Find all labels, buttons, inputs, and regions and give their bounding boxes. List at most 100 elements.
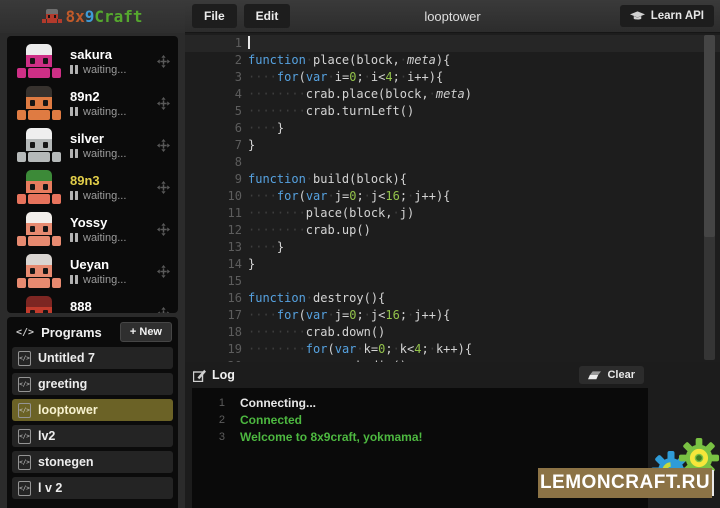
code-line[interactable]: 1 — [185, 35, 720, 52]
logo-text: 8x9Craft — [65, 7, 142, 26]
file-menu-button[interactable]: File — [192, 4, 237, 28]
player-name: 89n3 — [70, 173, 126, 188]
code-text: ········crab.down() — [248, 324, 385, 341]
move-icon[interactable] — [157, 55, 170, 68]
code-line[interactable]: 20············crab.dig() — [185, 358, 720, 362]
crab-avatar-icon — [17, 44, 61, 78]
player-row[interactable]: silver waiting... — [7, 124, 178, 166]
line-number: 1 — [185, 35, 242, 52]
line-number: 17 — [185, 307, 242, 324]
script-file-icon: </> — [18, 455, 31, 470]
player-row[interactable]: 888 waiting... — [7, 292, 178, 313]
log-message: Welcome to 8x9craft, yokmama! — [240, 429, 423, 446]
line-number: 8 — [185, 154, 242, 171]
player-status-text: waiting... — [83, 232, 126, 244]
log-title: Log — [212, 368, 235, 382]
log-line: 1Connecting... — [192, 395, 648, 412]
script-file-icon: </> — [18, 481, 31, 496]
move-icon[interactable] — [157, 223, 170, 236]
code-text: function·destroy(){ — [248, 290, 385, 307]
player-row[interactable]: 89n2 waiting... — [7, 82, 178, 124]
program-label: stonegen — [38, 455, 94, 469]
program-item[interactable]: </> greeting — [12, 373, 173, 395]
code-line[interactable]: 4········crab.place(block,·meta) — [185, 86, 720, 103]
code-line[interactable]: 5········crab.turnLeft() — [185, 103, 720, 120]
player-row[interactable]: sakura waiting... — [7, 40, 178, 82]
code-line[interactable]: 7} — [185, 137, 720, 154]
line-number: 19 — [185, 341, 242, 358]
logo: 8x9Craft — [0, 0, 185, 33]
move-icon[interactable] — [157, 139, 170, 152]
player-row[interactable]: Ueyan waiting... — [7, 250, 178, 292]
player-row[interactable]: 89n3 waiting... — [7, 166, 178, 208]
main-area: File Edit looptower Learn API 12function… — [185, 0, 720, 508]
program-item[interactable]: </> Untitled 7 — [12, 347, 173, 369]
editor-scrollbar[interactable] — [704, 35, 715, 360]
code-line[interactable]: 13····} — [185, 239, 720, 256]
program-item[interactable]: </> looptower — [12, 399, 173, 421]
edit-menu-button[interactable]: Edit — [244, 4, 291, 28]
pause-icon — [70, 191, 78, 200]
programs-title: Programs — [41, 325, 102, 340]
eraser-icon — [588, 371, 601, 380]
move-icon[interactable] — [157, 307, 170, 314]
crab-avatar-icon — [17, 86, 61, 120]
line-number: 2 — [185, 52, 242, 69]
player-name: 888 — [70, 299, 126, 314]
line-number: 11 — [185, 205, 242, 222]
player-status-text: waiting... — [83, 64, 126, 76]
code-line[interactable]: 16 function·destroy(){ — [185, 290, 720, 307]
move-icon[interactable] — [157, 181, 170, 194]
line-number: 12 — [185, 222, 242, 239]
code-line[interactable]: 14} — [185, 256, 720, 273]
code-line[interactable]: 12········crab.up() — [185, 222, 720, 239]
log-line-number: 1 — [192, 395, 225, 412]
clear-log-button[interactable]: Clear — [579, 366, 644, 384]
code-editor[interactable]: 12function·place(block,·meta){3····for(v… — [185, 33, 720, 362]
player-row[interactable]: Yossy waiting... — [7, 208, 178, 250]
code-text: ····} — [248, 120, 284, 137]
crab-logo-icon — [42, 9, 62, 24]
line-number: 10 — [185, 188, 242, 205]
learn-api-button[interactable]: Learn API — [620, 5, 714, 27]
code-line[interactable]: 10····for(var·j=0;·j<16;·j++){ — [185, 188, 720, 205]
line-number: 16 — [185, 290, 242, 307]
program-item[interactable]: </> l v 2 — [12, 477, 173, 499]
code-text: ········for(var·k=0;·k<4;·k++){ — [248, 341, 472, 358]
code-line[interactable]: 17····for(var·j=0;·j<16;·j++){ — [185, 307, 720, 324]
player-status-text: waiting... — [83, 106, 126, 118]
program-item[interactable]: </> stonegen — [12, 451, 173, 473]
program-item[interactable]: </> lv2 — [12, 425, 173, 447]
sidebar: 8x9Craft sakura waiting... 89n2 — [0, 0, 185, 508]
log-line: 2 Connected — [192, 412, 648, 429]
player-status: waiting... — [70, 106, 126, 118]
code-line[interactable]: 6····} — [185, 120, 720, 137]
move-icon[interactable] — [157, 97, 170, 110]
code-line[interactable]: 8 — [185, 154, 720, 171]
new-program-button[interactable]: + New — [120, 322, 172, 342]
player-name: 89n2 — [70, 89, 126, 104]
log-line-number: 3 — [192, 429, 225, 446]
code-line[interactable]: 19 ········for(var·k=0;·k<4;·k++){ — [185, 341, 720, 358]
player-status: waiting... — [70, 190, 126, 202]
log-message: Connected — [240, 412, 302, 429]
code-text: } — [248, 137, 255, 154]
move-icon[interactable] — [157, 265, 170, 278]
code-line[interactable]: 9function·build(block){ — [185, 171, 720, 188]
code-line[interactable]: 3····for(var·i=0;·i<4;·i++){ — [185, 69, 720, 86]
code-line[interactable]: 2function·place(block,·meta){ — [185, 52, 720, 69]
log-line-number: 2 — [192, 412, 225, 429]
line-number: 5 — [185, 103, 242, 120]
line-number: 15 — [185, 273, 242, 290]
pause-icon — [70, 233, 78, 242]
code-line[interactable]: 18········crab.down() — [185, 324, 720, 341]
program-label: lv2 — [38, 429, 55, 443]
code-line[interactable]: 11········place(block,·j) — [185, 205, 720, 222]
code-text: ····for(var·i=0;·i<4;·i++){ — [248, 69, 443, 86]
code-text: function·build(block){ — [248, 171, 407, 188]
code-line[interactable]: 15 — [185, 273, 720, 290]
script-file-icon: </> — [18, 377, 31, 392]
watermark-banner: LEMONCRAFT.RU — [538, 468, 712, 498]
pause-icon — [70, 65, 78, 74]
line-number: 4 — [185, 86, 242, 103]
